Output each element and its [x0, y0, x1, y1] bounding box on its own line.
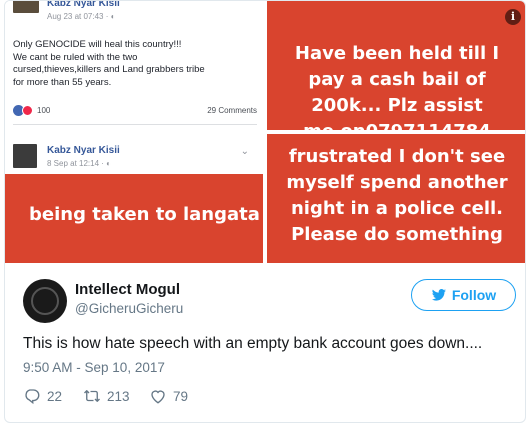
divider: [13, 124, 257, 125]
heart-icon: [151, 390, 165, 404]
red-text-line: pay a cash bail of: [308, 69, 486, 90]
author-handle[interactable]: @GicheruGicheru: [75, 301, 183, 316]
author-name[interactable]: Intellect Mogul: [75, 281, 180, 298]
retweet-count: 213: [107, 388, 130, 404]
like-count: 79: [173, 388, 189, 404]
avatar[interactable]: [23, 279, 67, 323]
media-tile-facebook-post-1[interactable]: Kabz Nyar Kisii Aug 23 at 07:43 · ◐ Only…: [5, 1, 263, 130]
tweet-body: Intellect Mogul @GicheruGicheru Follow T…: [5, 263, 525, 422]
globe-icon: ◐: [106, 159, 111, 168]
fb-author-name: Kabz Nyar Kisii: [47, 1, 120, 9]
fb-avatar: [13, 144, 37, 168]
fb-post-line: We cant be ruled with the two: [13, 51, 138, 63]
fb-post-line: cursed,thieves,killers and Land grabbers…: [13, 64, 205, 75]
red-text-line: Please do something: [291, 224, 503, 245]
tweet-card: Kabz Nyar Kisii Aug 23 at 07:43 · ◐ Only…: [4, 0, 526, 423]
red-text-line: Have been held till I: [294, 43, 500, 64]
fb-reactions-bar: 100 29 Comments: [13, 105, 257, 117]
red-text-line: night in a police cell.: [290, 198, 503, 219]
reply-count: 22: [47, 388, 63, 404]
red-text-line: me on0797114784: [267, 119, 525, 130]
twitter-bird-icon: [431, 289, 446, 301]
fb-author-name: Kabz Nyar Kisii: [47, 145, 120, 156]
reply-button[interactable]: 22: [23, 386, 62, 406]
tweet-text: This is how hate speech with an empty ba…: [23, 335, 483, 352]
red-text-line: 200k... Plz assist: [311, 95, 483, 116]
info-icon[interactable]: i: [505, 9, 521, 25]
like-button[interactable]: 79: [149, 386, 188, 406]
follow-button[interactable]: Follow: [411, 279, 516, 311]
media-tile-red-text-2[interactable]: frustrated I don't see myself spend anot…: [267, 134, 525, 263]
love-reaction-icon: [22, 105, 33, 116]
retweet-icon: [84, 390, 100, 402]
fb-post-line: for more than 55 years.: [13, 76, 112, 88]
globe-icon: ◐: [110, 12, 116, 21]
red-text-line: frustrated I don't see: [288, 146, 506, 167]
avatar-image: [31, 287, 59, 315]
fb-post-text: Only GENOCIDE will heal this country!!! …: [13, 39, 253, 89]
red-text-line: myself spend another: [286, 172, 508, 193]
reaction-count: 100: [37, 106, 51, 115]
chevron-down-icon: ⌄: [240, 146, 249, 157]
fb-post-line: Only GENOCIDE will heal this country!!!: [13, 39, 182, 50]
reply-icon: [25, 389, 40, 405]
tweet-actions: 22 213 79: [23, 386, 323, 406]
retweet-button[interactable]: 213: [83, 386, 130, 406]
media-grid[interactable]: Kabz Nyar Kisii Aug 23 at 07:43 · ◐ Only…: [5, 1, 525, 263]
fb-avatar: [13, 1, 39, 13]
media-tile-facebook-post-2[interactable]: Kabz Nyar Kisii 8 Sep at 12:14 · ◐ ⌄ bei…: [5, 134, 263, 263]
comments-count: 29 Comments: [207, 106, 257, 115]
media-tile-red-text-1[interactable]: Have been held till I pay a cash bail of…: [267, 1, 525, 130]
fb-post-header: Kabz Nyar Kisii 8 Sep at 12:14 · ◐ ⌄: [13, 142, 253, 172]
fb-post-header: Kabz Nyar Kisii Aug 23 at 07:43 · ◐: [13, 1, 253, 27]
fb-post-time: 8 Sep at 12:14 · ◐: [47, 159, 111, 168]
fb-post-time: Aug 23 at 07:43 · ◐: [47, 12, 116, 21]
follow-label: Follow: [451, 287, 497, 303]
tweet-timestamp[interactable]: 9:50 AM - Sep 10, 2017: [23, 360, 165, 375]
red-image-text: being taken to langata: [29, 204, 260, 225]
